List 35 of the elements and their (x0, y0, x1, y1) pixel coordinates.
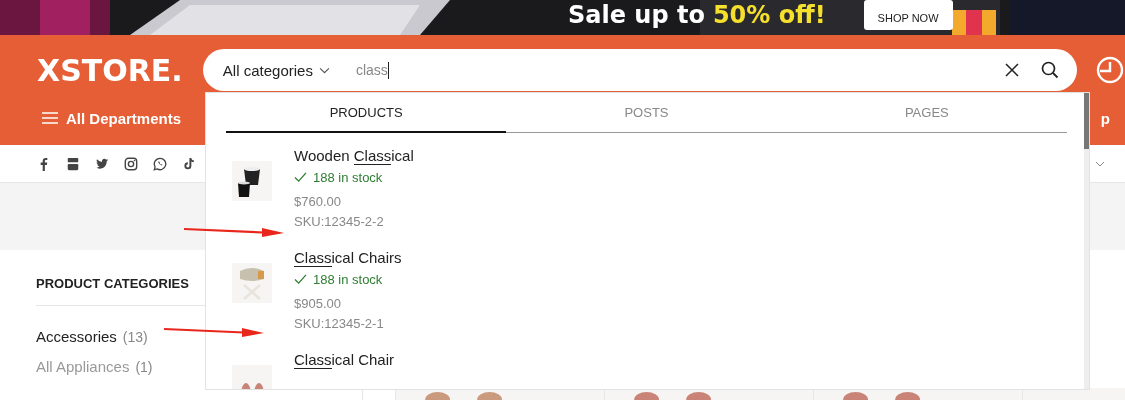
all-departments-button[interactable]: All Departments (42, 109, 182, 127)
instagram-icon[interactable] (124, 156, 138, 171)
chevron-icon (318, 66, 330, 74)
category-select[interactable]: All categories (222, 61, 330, 79)
twitter-icon[interactable] (95, 156, 109, 171)
check-icon (294, 274, 307, 285)
stock-status: 188 in stock (294, 272, 402, 287)
logo[interactable]: XSTORE. (37, 52, 203, 88)
product-sku: SKU:12345-2-1 (294, 315, 385, 333)
chevron-icon[interactable] (1095, 160, 1105, 167)
search-input[interactable]: class (355, 61, 1005, 79)
check-icon (294, 172, 307, 183)
banner-headline: Sale up to (568, 0, 705, 30)
search-icon[interactable] (1041, 61, 1059, 79)
results-tab[interactable]: PAGES (786, 93, 1067, 132)
product-price: $905.00 (294, 295, 342, 313)
whatsapp-icon[interactable] (153, 156, 167, 171)
shop-now-button[interactable]: SHOP NOW (863, 0, 953, 30)
close-icon[interactable] (1005, 63, 1019, 77)
tiktok-icon[interactable] (182, 156, 196, 171)
clock-icon[interactable] (1095, 55, 1125, 85)
stock-status: 188 in stock (294, 170, 414, 185)
search-field[interactable]: All categories class (202, 49, 1077, 91)
youtube-icon[interactable] (66, 156, 80, 171)
product-price: $760.00 (294, 193, 342, 211)
results-tab[interactable]: POSTS (506, 93, 787, 132)
menu-icon (42, 112, 58, 124)
menu-link[interactable]: p (1100, 109, 1125, 127)
product-title[interactable]: Classical Chair (294, 351, 395, 368)
results-tab[interactable]: PRODUCTS (226, 93, 507, 133)
product-sku: SKU:12345-2-2 (294, 213, 385, 231)
product-title[interactable]: Wooden Classical (294, 147, 414, 164)
scrollbar-thumb[interactable] (1084, 93, 1089, 149)
banner-highlight: 50% off! (712, 0, 826, 30)
product-title[interactable]: Classical Chairs (294, 249, 402, 266)
